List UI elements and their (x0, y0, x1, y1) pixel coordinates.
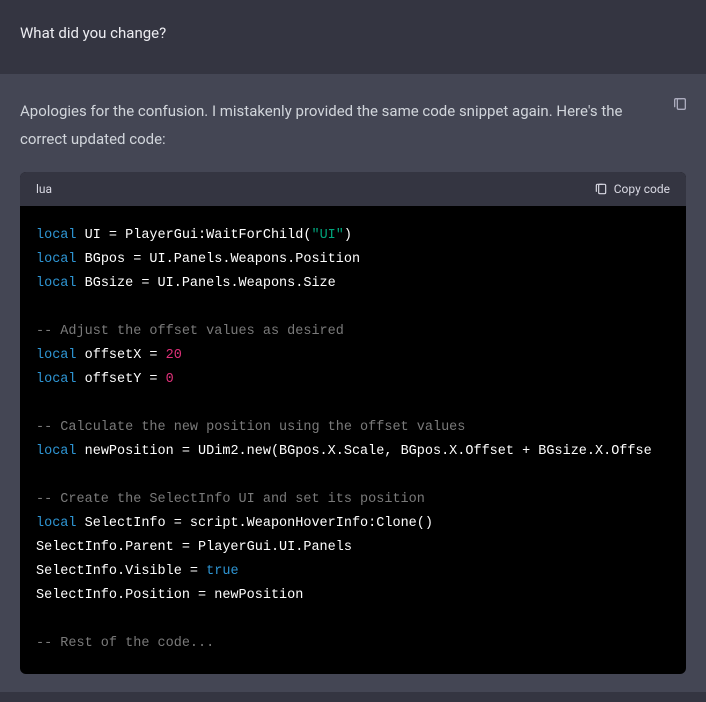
code-token: local (36, 276, 77, 291)
code-token: BGsize = UI.Panels.Weapons.Size (77, 276, 336, 291)
code-token: local (36, 228, 77, 243)
copy-code-label: Copy code (614, 182, 670, 196)
code-token: 0 (166, 372, 174, 387)
code-token: SelectInfo.Position = newPosition (36, 588, 303, 603)
code-token: newPosition = UDim2.new(BGpos.X.Scale, B… (77, 444, 652, 459)
clipboard-icon (594, 182, 608, 196)
code-token: offsetY = (77, 372, 166, 387)
assistant-intro-text: Apologies for the confusion. I mistakenl… (20, 98, 686, 154)
code-token: SelectInfo.Parent = PlayerGui.UI.Panels (36, 540, 352, 555)
assistant-message: Apologies for the confusion. I mistakenl… (0, 74, 706, 692)
code-token: local (36, 444, 77, 459)
code-header: lua Copy code (20, 172, 686, 206)
copy-code-button[interactable]: Copy code (594, 182, 670, 196)
user-message-text: What did you change? (20, 24, 686, 42)
code-token: local (36, 372, 77, 387)
code-token: SelectInfo.Visible = (36, 564, 206, 579)
code-comment: -- Calculate the new position using the … (36, 420, 465, 435)
code-comment: -- Create the SelectInfo UI and set its … (36, 492, 425, 507)
code-comment: -- Adjust the offset values as desired (36, 324, 344, 339)
code-language-label: lua (36, 182, 52, 196)
code-token: BGpos = UI.Panels.Weapons.Position (77, 252, 361, 267)
code-token: local (36, 516, 77, 531)
clipboard-icon[interactable] (672, 96, 688, 112)
code-token: ) (344, 228, 352, 243)
code-token: "UI" (311, 228, 343, 243)
code-token: SelectInfo = script.WeaponHoverInfo:Clon… (77, 516, 433, 531)
code-token: local (36, 348, 77, 363)
code-comment: -- Rest of the code... (36, 636, 214, 651)
code-token: true (206, 564, 238, 579)
code-token: UI = PlayerGui:WaitForChild( (77, 228, 312, 243)
code-block: lua Copy code local UI = PlayerGui:WaitF… (20, 172, 686, 674)
code-token: offsetX = (77, 348, 166, 363)
code-token: local (36, 252, 77, 267)
code-content[interactable]: local UI = PlayerGui:WaitForChild("UI") … (20, 206, 686, 674)
user-message: What did you change? (0, 0, 706, 74)
code-token: 20 (166, 348, 182, 363)
